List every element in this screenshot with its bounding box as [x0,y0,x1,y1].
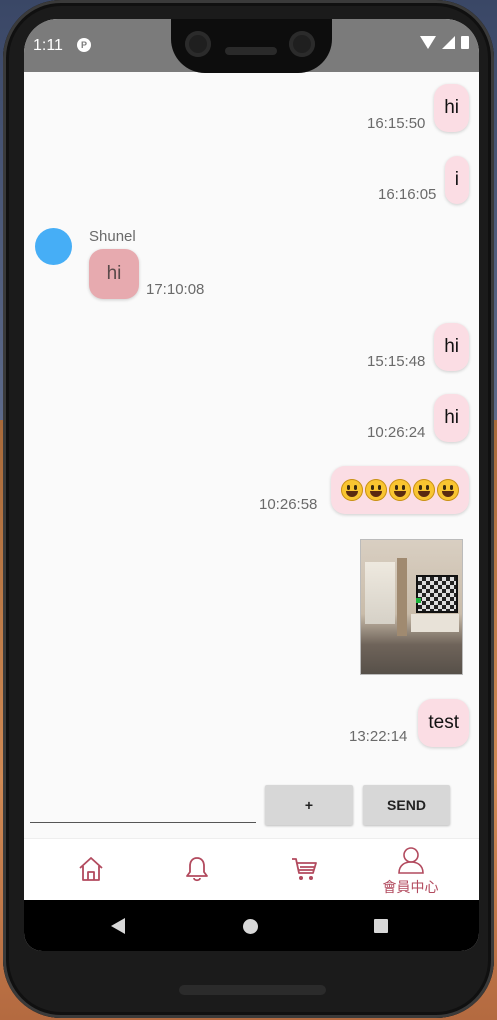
outgoing-emoji-message[interactable] [331,466,469,514]
bottom-speaker [179,985,326,995]
outgoing-message[interactable]: hi [434,84,469,132]
wifi-icon [420,36,436,49]
chat-list[interactable]: hi 16:15:50 i 16:16:05 Shunel hi 17:10:0… [24,72,479,784]
app-notification-icon: P [77,38,91,52]
message-time: 16:15:50 [367,115,426,132]
grinning-face-icon [437,479,459,501]
message-time: 16:16:05 [378,186,437,203]
nav-notifications[interactable] [141,839,254,901]
send-button[interactable]: SEND [363,785,450,825]
status-icons [420,36,469,49]
front-camera-icon [289,31,315,57]
front-camera-icon [185,31,211,57]
message-time: 10:26:58 [259,496,318,513]
earpiece [225,47,277,55]
system-nav-bar [24,900,479,951]
grinning-face-icon [341,479,363,501]
status-bar: 1:11 P [24,19,479,73]
incoming-message[interactable]: hi [89,249,139,299]
sender-name: Shunel [89,228,136,245]
avatar[interactable] [35,228,72,265]
cart-icon [292,858,317,880]
message-time: 17:10:08 [146,281,205,298]
grinning-face-icon [413,479,435,501]
outgoing-message[interactable]: hi [434,323,469,371]
message-time: 10:26:24 [367,424,426,441]
bell-icon [186,857,208,882]
home-icon [79,857,103,881]
camera-notch [171,19,332,73]
nav-member-center[interactable]: 會員中心 [354,839,467,901]
sent-image[interactable] [360,539,463,675]
user-icon [398,847,424,874]
recents-icon[interactable] [374,919,388,933]
home-button-icon[interactable] [243,919,258,934]
attach-button[interactable]: + [265,785,353,825]
battery-icon [461,36,469,49]
outgoing-message[interactable]: hi [434,394,469,442]
nav-home[interactable] [34,839,147,901]
screen: 1:11 P hi 16:15:50 i 16:16:05 Shunel hi … [24,19,479,951]
message-time: 15:15:48 [367,353,426,370]
status-time: 1:11 [33,37,63,54]
grinning-face-icon [365,479,387,501]
message-input[interactable] [30,822,256,823]
grinning-face-icon [389,479,411,501]
message-time: 13:22:14 [349,728,408,745]
outgoing-message[interactable]: test [418,699,469,747]
outgoing-message[interactable]: i [444,156,469,204]
phone-frame: 1:11 P hi 16:15:50 i 16:16:05 Shunel hi … [3,0,494,1018]
nav-cart[interactable] [248,839,361,901]
bottom-navigation: 會員中心 [24,838,479,901]
nav-member-center-label: 會員中心 [382,879,439,895]
signal-icon [442,36,455,49]
back-icon[interactable] [111,918,125,934]
